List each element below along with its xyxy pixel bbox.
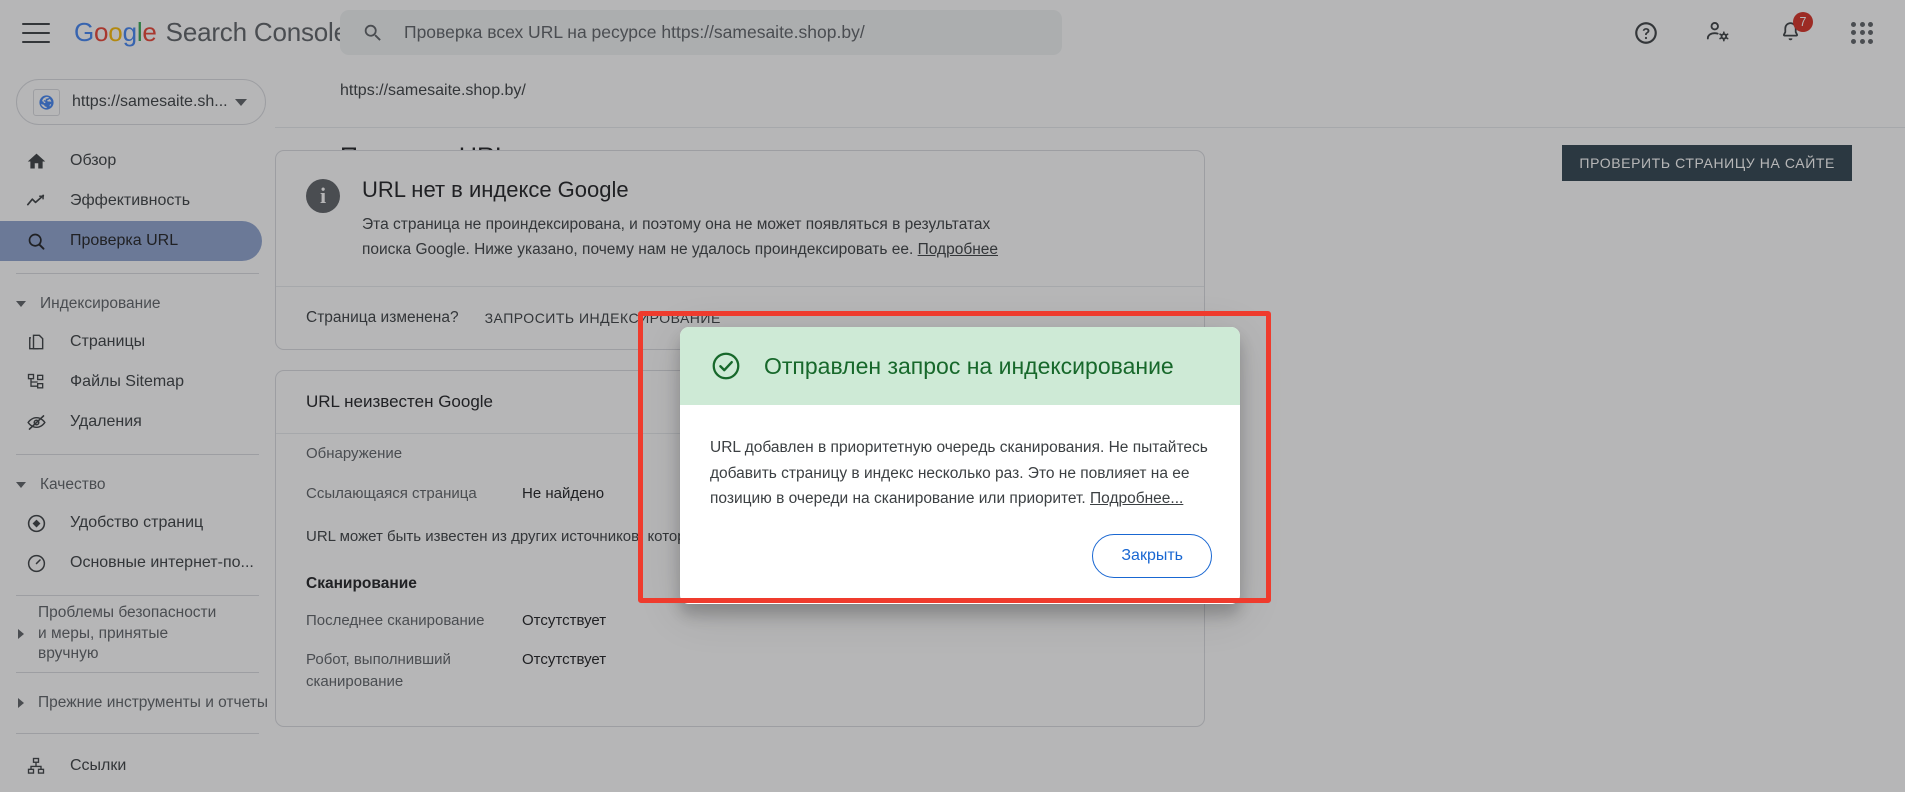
dialog-footer: Закрыть bbox=[680, 512, 1240, 604]
dialog-header: Отправлен запрос на индексирование bbox=[680, 327, 1240, 405]
dialog-body: URL добавлен в приоритетную очередь скан… bbox=[680, 405, 1240, 512]
app-root: Google Search Console Проверка всех URL … bbox=[0, 0, 1905, 792]
dialog-title: Отправлен запрос на индексирование bbox=[764, 352, 1174, 379]
dialog-learn-more-link[interactable]: Подробнее... bbox=[1090, 490, 1183, 507]
close-button[interactable]: Закрыть bbox=[1092, 534, 1212, 579]
check-circle-icon bbox=[710, 350, 742, 382]
indexing-request-dialog: Отправлен запрос на индексирование URL д… bbox=[680, 327, 1240, 605]
